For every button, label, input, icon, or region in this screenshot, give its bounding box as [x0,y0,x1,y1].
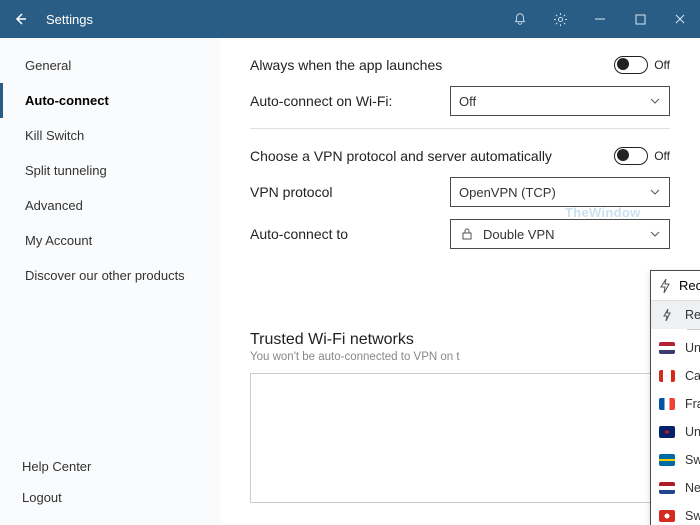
dropdown-separator [687,329,700,330]
settings-gear-icon[interactable] [540,0,580,38]
server-option-label: France [685,397,700,411]
sidebar-item-kill-switch[interactable]: Kill Switch [0,118,220,153]
flag-icon-gb [659,426,675,438]
flag-icon-se [659,454,675,466]
help-center-link[interactable]: Help Center [0,451,220,482]
sidebar: General Auto-connect Kill Switch Split t… [0,38,220,525]
sidebar-item-auto-connect[interactable]: Auto-connect [0,83,220,118]
logout-link[interactable]: Logout [0,482,220,513]
server-option-label: Switzerland [685,509,700,523]
flag-icon-ch [659,510,675,522]
server-dropdown-list[interactable]: Recommended server United States Canada Fra… [651,301,700,525]
autoconnect-to-select[interactable]: Double VPN [450,219,670,249]
minimize-button[interactable] [580,0,620,38]
server-option-label: Netherlands [685,481,700,495]
chevron-down-icon [649,95,661,107]
server-option-label: Sweden [685,453,700,467]
always-launch-toggle-state: Off [654,58,670,72]
bolt-icon [659,279,671,293]
flag-icon-us [659,342,675,354]
flag-icon-nl [659,482,675,494]
sidebar-item-split-tunneling[interactable]: Split tunneling [0,153,220,188]
wifi-autoconnect-select[interactable]: Off [450,86,670,116]
lock-icon [459,228,475,240]
bolt-icon [659,309,675,321]
server-option-nl[interactable]: Netherlands [651,474,700,502]
trusted-networks-list[interactable] [250,373,670,503]
chevron-down-icon [649,228,661,240]
watermark: TheWindow [565,205,641,220]
server-option-ca[interactable]: Canada [651,362,700,390]
maximize-button[interactable] [620,0,660,38]
trusted-title: Trusted Wi-Fi networks [250,331,670,349]
sidebar-item-my-account[interactable]: My Account [0,223,220,258]
main-panel: Always when the app launches Off Auto-co… [220,38,700,525]
server-option-label: Canada [685,369,700,383]
trusted-subtitle: You won't be auto-connected to VPN on t [250,351,670,363]
sidebar-item-general[interactable]: General [0,48,220,83]
sidebar-item-discover[interactable]: Discover our other products [0,258,220,293]
server-dropdown-selected-label: Recommended server [679,278,700,293]
vpn-protocol-label: VPN protocol [250,184,425,200]
wifi-autoconnect-label: Auto-connect on Wi-Fi: [250,93,425,109]
autoconnect-to-value: Double VPN [483,227,555,242]
back-button[interactable] [0,0,40,38]
server-option-gb[interactable]: United Kingdom [651,418,700,446]
server-option-fr[interactable]: France [651,390,700,418]
vpn-protocol-value: OpenVPN (TCP) [459,185,556,200]
sidebar-item-advanced[interactable]: Advanced [0,188,220,223]
server-dropdown: Recommended server Recommended server Uni… [650,270,700,525]
close-button[interactable] [660,0,700,38]
server-option-label: Recommended server [685,308,700,322]
always-launch-label: Always when the app launches [250,57,614,73]
server-option-ch[interactable]: Switzerland [651,502,700,525]
protocol-auto-toggle-state: Off [654,149,670,163]
flag-icon-fr [659,398,675,410]
server-option-bolt[interactable]: Recommended server [651,301,700,329]
server-dropdown-selected[interactable]: Recommended server [651,271,700,301]
server-option-us[interactable]: United States [651,334,700,362]
notification-icon[interactable] [500,0,540,38]
divider [250,128,670,129]
server-option-label: United States [685,341,700,355]
vpn-protocol-select[interactable]: OpenVPN (TCP) [450,177,670,207]
always-launch-toggle[interactable] [614,56,648,74]
flag-icon-ca [659,370,675,382]
titlebar: Settings [0,0,700,38]
autoconnect-to-label: Auto-connect to [250,226,425,242]
wifi-autoconnect-value: Off [459,94,476,109]
protocol-auto-toggle[interactable] [614,147,648,165]
window-title: Settings [46,12,93,27]
protocol-auto-label: Choose a VPN protocol and server automat… [250,148,614,164]
server-option-label: United Kingdom [685,425,700,439]
server-option-se[interactable]: Sweden [651,446,700,474]
chevron-down-icon [649,186,661,198]
